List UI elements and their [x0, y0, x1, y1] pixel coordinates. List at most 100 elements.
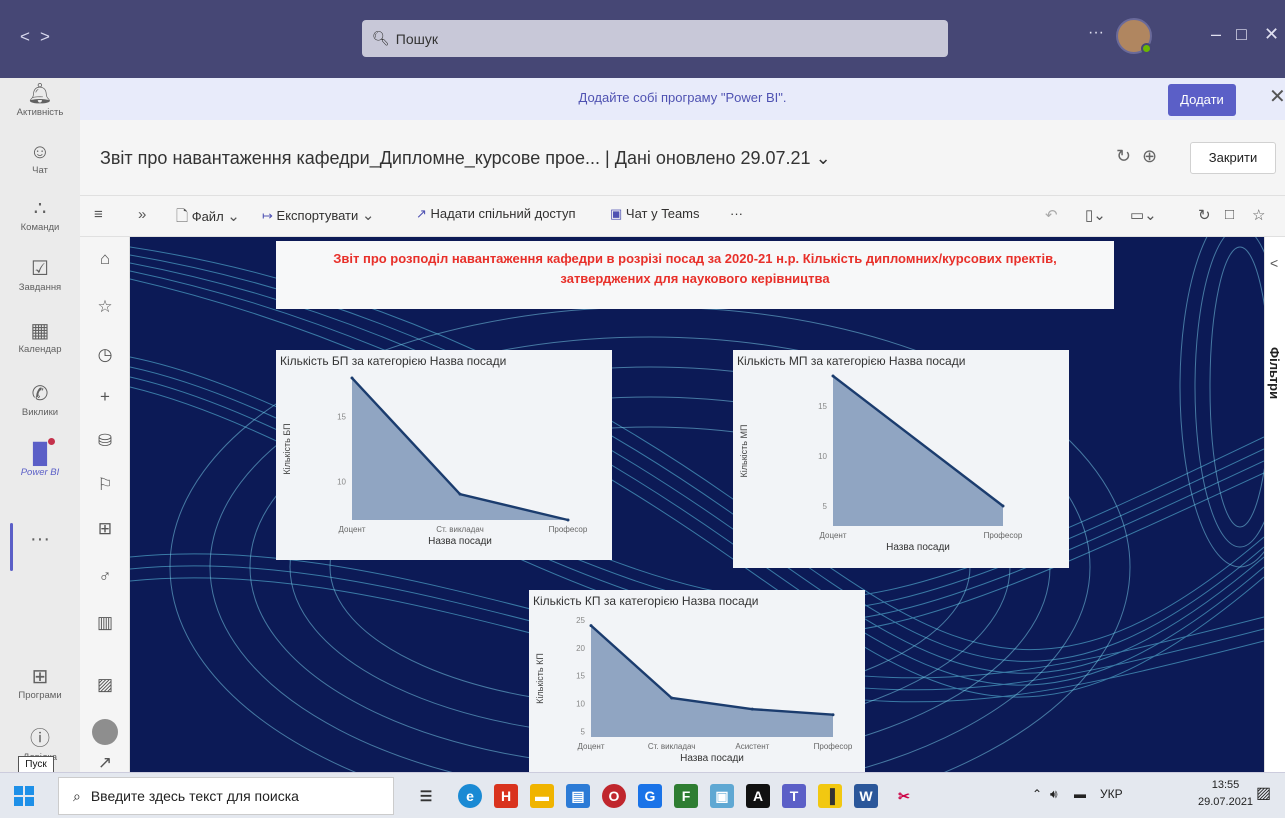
x-tick-label: Професор: [984, 531, 1023, 540]
search-input[interactable]: 🔍︎ Пошук: [362, 20, 948, 57]
open-external-icon[interactable]: ↗: [80, 753, 130, 773]
more-options-button[interactable]: ···: [1088, 24, 1104, 42]
y-tick-label: 15: [818, 402, 827, 411]
search-icon: 🔍︎: [372, 30, 390, 46]
workspaces-icon[interactable]: ▨: [80, 675, 130, 695]
powerbi-icon[interactable]: ▐: [818, 784, 842, 808]
report-title: Звіт про розподіл навантаження кафедри в…: [276, 241, 1114, 309]
x-tick-label: Доцент: [578, 742, 605, 751]
chat-icon: ☺︎: [29, 141, 51, 163]
share-label: Надати спільний доступ: [430, 206, 576, 221]
chart-bp[interactable]: 10 15 Доцент Ст. викладач Професор Назва поса…: [276, 350, 612, 560]
recent-icon[interactable]: ◷: [80, 345, 130, 365]
data-point: [566, 518, 570, 522]
file-menu-label: Файл: [191, 209, 224, 224]
expand-nav-icon[interactable]: »: [138, 206, 146, 223]
x-tick-label: Доцент: [339, 525, 366, 534]
rail-item-calls[interactable]: ✆ Виклики: [0, 383, 80, 418]
share-button[interactable]: ↗ Надати спільний доступ: [416, 206, 576, 222]
datasets-icon[interactable]: ⛁: [80, 431, 130, 451]
globe-icon[interactable]: ⊕: [1142, 146, 1157, 167]
chart-plot: 5 10 15 20 25 Доцент Ст. викладач Асистент Профе…: [535, 616, 853, 764]
rail-item-label: Power BI: [20, 467, 60, 478]
bookmark-icon[interactable]: ▯⌄: [1085, 206, 1106, 224]
goals-icon[interactable]: ⚐: [80, 475, 130, 495]
windows-start-icon[interactable]: [14, 786, 34, 806]
back-icon[interactable]: <: [20, 27, 40, 46]
rail-item-tasks[interactable]: ☑ Завдання: [0, 258, 80, 293]
more-actions-button[interactable]: ···: [730, 206, 743, 221]
rail-item-more[interactable]: ···: [0, 528, 80, 550]
app-f-icon[interactable]: F: [674, 784, 698, 808]
clock[interactable]: 13:55 29.07.2021: [1198, 777, 1253, 811]
app-chat-icon[interactable]: ▣: [710, 784, 734, 808]
task-view-icon[interactable]: ☰: [414, 784, 438, 808]
favorites-icon[interactable]: ☆: [80, 297, 130, 317]
apps-icon[interactable]: ⊞: [80, 519, 130, 539]
shared-icon[interactable]: ♂: [80, 567, 130, 587]
tray-chevron-icon[interactable]: ⌃: [1032, 787, 1042, 801]
close-icon[interactable]: ✕: [1269, 84, 1285, 109]
rail-item-activity[interactable]: 🔔︎ Активність: [0, 83, 80, 118]
teams-chat-icon: ▣: [610, 206, 623, 221]
rail-item-chat[interactable]: ☺︎ Чат: [0, 141, 80, 176]
clock-time: 13:55: [1211, 779, 1240, 791]
area-fill: [591, 625, 833, 737]
taskbar-search-input[interactable]: ⌕ Введите здесь текст для поиска: [58, 777, 394, 815]
app-h-icon[interactable]: H: [494, 784, 518, 808]
file-explorer-icon[interactable]: ▬: [530, 784, 554, 808]
export-menu[interactable]: ↦ Експортувати ⌄: [262, 206, 374, 224]
windows-taskbar: ⌕ Введите здесь текст для поиска ☰ e H ▬…: [0, 772, 1285, 818]
avatar[interactable]: [92, 719, 118, 745]
close-icon[interactable]: ✕: [1264, 24, 1279, 45]
store-icon[interactable]: ▤: [566, 784, 590, 808]
home-icon[interactable]: ⌂: [80, 249, 130, 269]
x-tick-label: Ст. викладач: [436, 525, 484, 534]
app-g-icon[interactable]: G: [638, 784, 662, 808]
favorite-icon[interactable]: ☆: [1252, 206, 1265, 224]
undo-icon[interactable]: ↶: [1045, 206, 1058, 224]
chat-in-teams-button[interactable]: ▣ Чат у Teams: [610, 206, 700, 222]
x-tick-label: Доцент: [820, 531, 847, 540]
rail-item-calendar[interactable]: ▦ Календар: [0, 320, 80, 355]
rail-item-apps[interactable]: ⊞ Програми: [0, 666, 80, 701]
create-icon[interactable]: +: [80, 387, 130, 407]
battery-icon[interactable]: ▬: [1074, 787, 1086, 801]
minimize-icon[interactable]: –: [1211, 24, 1221, 45]
view-icon[interactable]: ▭⌄: [1130, 206, 1157, 224]
language-indicator[interactable]: УКР: [1100, 787, 1123, 801]
teams-icon[interactable]: T: [782, 784, 806, 808]
chevron-left-icon[interactable]: <: [1270, 255, 1278, 271]
learn-icon[interactable]: ▥: [80, 613, 130, 633]
y-tick-label: 10: [337, 477, 346, 486]
add-app-button[interactable]: Додати: [1168, 84, 1236, 116]
maximize-icon[interactable]: □: [1236, 24, 1247, 45]
separator: |: [605, 148, 610, 168]
volume-icon[interactable]: 🔊︎: [1050, 787, 1058, 802]
snipping-icon[interactable]: ✂: [892, 784, 916, 808]
powerbi-nav: ⌂ ☆ ◷ + ⛁ ⚐ ⊞ ♂ ▥ ▨ ↗: [80, 237, 130, 772]
last-updated[interactable]: Дані оновлено 29.07.21: [615, 148, 811, 168]
forward-icon[interactable]: >: [40, 27, 60, 46]
refresh-visuals-icon[interactable]: ↻: [1198, 206, 1211, 224]
history-nav: <>: [20, 27, 60, 47]
rail-item-teams[interactable]: ∴ Команди: [0, 198, 80, 233]
y-tick-label: 5: [581, 727, 586, 736]
opera-icon[interactable]: O: [602, 784, 626, 808]
chart-kp[interactable]: 5 10 15 20 25 Доцент Ст. викладач Асистент Профе…: [529, 590, 865, 772]
hamburger-icon[interactable]: ≡: [94, 206, 103, 223]
chart-mp[interactable]: 5 10 15 Доцент Професор Назва посади Кількість…: [733, 350, 1069, 568]
comment-icon[interactable]: □: [1225, 206, 1234, 223]
edge-icon[interactable]: e: [458, 784, 482, 808]
app-a-icon[interactable]: A: [746, 784, 770, 808]
file-icon: 🗋︎: [176, 208, 189, 225]
filters-pane[interactable]: < Фільтри: [1264, 237, 1285, 772]
chevron-down-icon[interactable]: ⌄: [816, 148, 831, 168]
close-report-button[interactable]: Закрити: [1190, 142, 1276, 174]
file-menu[interactable]: 🗋︎ Файл ⌄: [176, 206, 240, 231]
word-icon[interactable]: W: [854, 784, 878, 808]
refresh-icon[interactable]: ↻: [1116, 146, 1131, 167]
notifications-icon[interactable]: ▨: [1256, 783, 1271, 803]
rail-item-powerbi[interactable]: ▐▌ Power BI: [0, 443, 80, 478]
export-icon: ↦: [262, 208, 273, 223]
